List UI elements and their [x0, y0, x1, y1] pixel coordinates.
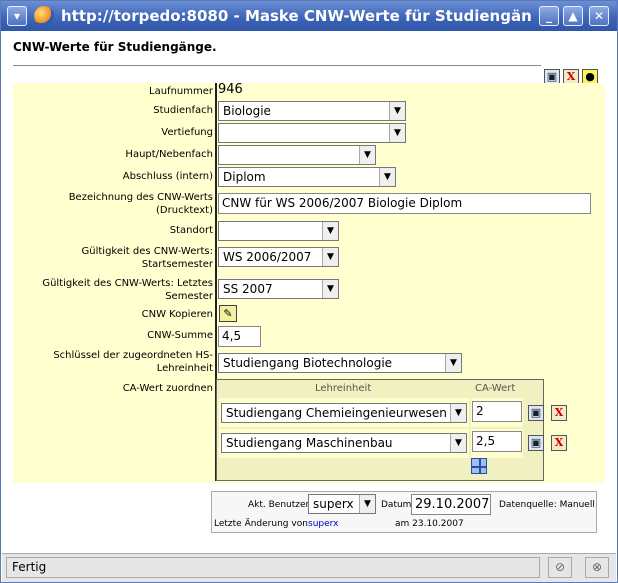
datenquelle-label: Datenquelle: Manuell — [499, 500, 595, 510]
abschluss-select[interactable]: Diplom ▼ — [218, 167, 396, 187]
bezeichnung-label: Bezeichnung des CNW-Werts (Drucktext) — [68, 192, 213, 216]
letztes-semester-select-value: SS 2007 — [223, 282, 273, 296]
chevron-down-icon: ▼ — [322, 222, 338, 240]
benutzer-label: Akt. Benutzer — [248, 500, 310, 510]
studienfach-select[interactable]: Biologie ▼ — [218, 101, 406, 121]
status-bar: Fertig ⊘ ⊗ — [2, 553, 616, 582]
chevron-down-icon: ▼ — [389, 124, 405, 142]
vertiefung-select[interactable]: ▼ — [218, 123, 406, 143]
chevron-down-icon: ▼ — [445, 354, 461, 372]
cnw-summe-label: CNW-Summe — [147, 330, 213, 341]
standort-label: Standort — [169, 225, 213, 236]
status-text: Fertig — [6, 557, 540, 578]
ca-row-1-lehreinheit-value: Studiengang Chemieingenieurwesen — [226, 406, 447, 420]
chevron-down-icon: ▼ — [379, 168, 395, 186]
datum-label: Datum — [381, 500, 412, 510]
datum-input[interactable]: 29.10.2007 — [411, 494, 491, 515]
abschluss-select-value: Diplom — [223, 170, 266, 184]
title-bar: ▾ http://torpedo:8080 - Maske CNW-Werte … — [1, 1, 617, 31]
add-row-icon[interactable] — [471, 458, 487, 474]
window-menu-button[interactable]: ▾ — [7, 6, 27, 26]
schluessel-select-value: Studiengang Biotechnologie — [223, 356, 393, 370]
browser-window: ▾ http://torpedo:8080 - Maske CNW-Werte … — [0, 0, 618, 583]
chevron-down-icon: ▼ — [359, 146, 375, 164]
benutzer-select[interactable]: superx ▼ — [308, 494, 376, 514]
ca-row-2-lehreinheit-value: Studiengang Maschinenbau — [226, 436, 393, 450]
ca-row-1-wert-input[interactable]: 2 — [472, 401, 522, 422]
laufnummer-value: 946 — [218, 82, 243, 97]
ca-wert-label: CA-Wert zuordnen — [122, 383, 213, 394]
bezeichnung-input[interactable]: CNW für WS 2006/2007 Biologie Diplom — [218, 193, 591, 214]
chevron-down-icon: ▼ — [450, 434, 466, 452]
chevron-down-icon: ▼ — [359, 495, 375, 513]
window-title: http://torpedo:8080 - Maske CNW-Werte fü… — [61, 7, 531, 25]
close-button[interactable]: ✕ — [589, 6, 609, 26]
save-icon[interactable]: ▣ — [528, 435, 544, 451]
abschluss-label: Abschluss (intern) — [122, 171, 213, 182]
standort-select[interactable]: ▼ — [218, 221, 339, 241]
benutzer-select-value: superx — [313, 497, 354, 511]
chevron-down-icon: ▼ — [450, 404, 466, 422]
pencil-icon[interactable]: ✎ — [219, 305, 237, 322]
save-icon[interactable]: ▣ — [528, 405, 544, 421]
ca-row-1-lehreinheit-select[interactable]: Studiengang Chemieingenieurwesen ▼ — [221, 403, 467, 423]
ca-row-2-wert-input[interactable]: 2,5 — [472, 431, 522, 452]
delete-icon[interactable]: X — [551, 435, 567, 451]
page-title: CNW-Werte für Studiengänge. — [13, 40, 217, 54]
startsemester-select-value: WS 2006/2007 — [223, 250, 312, 264]
col-header-lehreinheit: Lehreinheit — [315, 383, 372, 394]
footer-info: Akt. Benutzer superx ▼ Datum 29.10.2007 … — [211, 491, 597, 533]
letztes-semester-select[interactable]: SS 2007 ▼ — [218, 279, 339, 299]
haupt-nebenfach-label: Haupt/Nebenfach — [125, 149, 213, 160]
chevron-down-icon: ▼ — [322, 280, 338, 298]
col-header-ca-wert: CA-Wert — [475, 383, 516, 394]
laufnummer-label: Laufnummer — [149, 86, 213, 97]
blocked-icon[interactable]: ⊘ — [548, 557, 572, 578]
maximize-button[interactable]: ▲ — [563, 6, 583, 26]
vertiefung-label: Vertiefung — [161, 127, 213, 138]
haupt-nebenfach-select[interactable]: ▼ — [218, 145, 376, 165]
ca-row-2-lehreinheit-select[interactable]: Studiengang Maschinenbau ▼ — [221, 433, 467, 453]
startsemester-label: Gültigkeit des CNW-Werts: Startsemester — [81, 246, 213, 270]
ca-wert-table: Lehreinheit CA-Wert Studiengang Chemiein… — [216, 379, 567, 481]
startsemester-select[interactable]: WS 2006/2007 ▼ — [218, 247, 339, 267]
cnw-kopieren-label: CNW Kopieren — [141, 309, 213, 320]
delete-icon[interactable]: X — [551, 405, 567, 421]
heading-divider — [13, 65, 541, 66]
chevron-down-icon: ▼ — [389, 102, 405, 120]
cnw-summe-input[interactable]: 4,5 — [218, 326, 261, 347]
letzte-aenderung-user-link[interactable]: superx — [308, 519, 338, 529]
schluessel-label: Schlüssel der zugeordneten HS-Lehreinhei… — [53, 350, 213, 374]
minimize-button[interactable]: _ — [539, 6, 559, 26]
chevron-down-icon: ▼ — [322, 248, 338, 266]
letztes-semester-label: Gültigkeit des CNW-Werts: Letztes Semest… — [42, 278, 213, 302]
schluessel-select[interactable]: Studiengang Biotechnologie ▼ — [218, 353, 462, 373]
studienfach-select-value: Biologie — [223, 104, 271, 118]
letzte-aenderung-label: Letzte Änderung von — [214, 519, 308, 529]
firefox-icon — [34, 6, 54, 26]
studienfach-label: Studienfach — [153, 105, 213, 116]
connection-error-icon[interactable]: ⊗ — [585, 557, 609, 578]
letzte-aenderung-date: am 23.10.2007 — [395, 519, 464, 529]
